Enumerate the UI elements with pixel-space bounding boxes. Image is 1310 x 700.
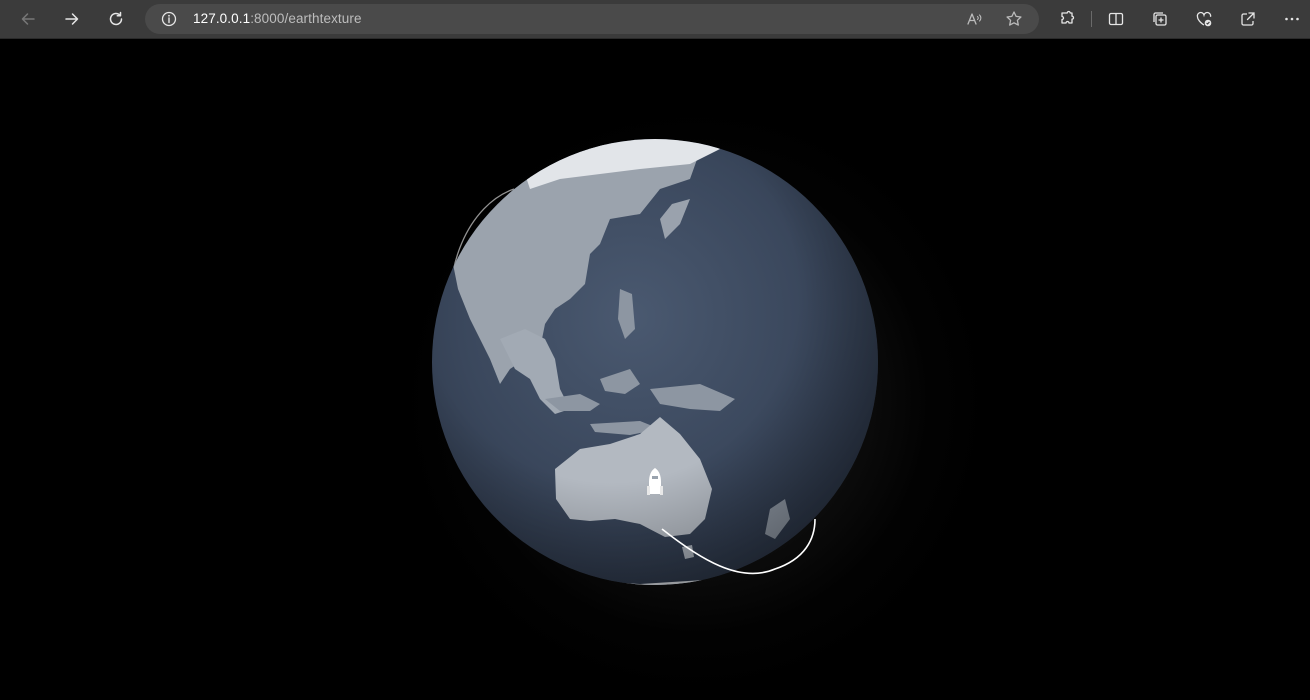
back-button[interactable] [13,5,43,33]
collections-icon [1153,12,1167,26]
favorite-star-icon[interactable] [1005,10,1023,28]
browser-toolbar: 127.0.0.1:8000/earthtexture [0,0,1310,39]
extensions-icon [1061,10,1075,24]
earth-scene [432,139,878,619]
more-menu-button[interactable] [1277,5,1307,33]
info-icon[interactable] [161,11,177,27]
continents [432,139,878,585]
refresh-button[interactable] [101,5,131,33]
share-button[interactable] [1233,5,1263,33]
forward-button[interactable] [57,5,87,33]
forward-icon [65,13,79,25]
share-icon [1241,12,1255,26]
more-menu-icon [1285,17,1299,21]
back-icon [21,13,35,25]
browser-essentials-button[interactable] [1189,5,1219,33]
url-text[interactable]: 127.0.0.1:8000/earthtexture [193,11,362,26]
url-host: 127.0.0.1 [193,11,251,26]
earth-viewport[interactable] [0,39,1310,700]
toolbar-separator [1091,11,1092,27]
browser-essentials-icon [1196,11,1212,27]
read-aloud-icon[interactable] [965,10,983,28]
refresh-icon [109,11,123,26]
address-bar[interactable]: 127.0.0.1:8000/earthtexture [145,4,1039,34]
split-screen-button[interactable] [1101,5,1131,33]
earth-globe[interactable] [432,139,878,619]
split-screen-icon [1108,12,1124,26]
collections-button[interactable] [1145,5,1175,33]
url-path: :8000/earthtexture [250,11,362,26]
extensions-button[interactable] [1052,5,1082,33]
